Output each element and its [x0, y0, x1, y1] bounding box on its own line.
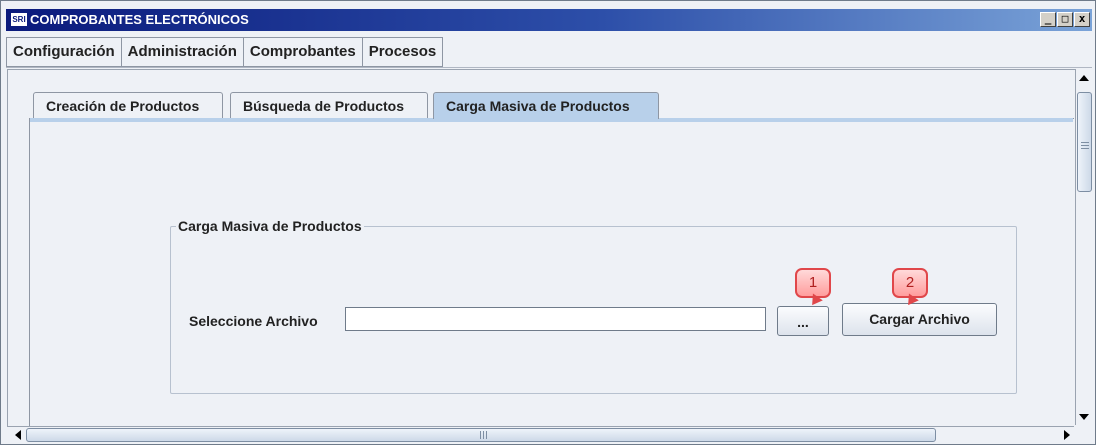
sri-logo-icon: SRI — [11, 13, 27, 26]
title-bar[interactable]: SRI COMPROBANTES ELECTRÓNICOS _ □ x — [6, 9, 1092, 31]
vertical-thumb-grip-icon — [1081, 142, 1089, 143]
scroll-down-arrow-icon[interactable] — [1079, 414, 1089, 420]
file-path-input[interactable] — [345, 307, 766, 331]
menu-bar: Configuración Administración Comprobante… — [6, 37, 444, 67]
minimize-button[interactable]: _ — [1040, 12, 1056, 27]
load-file-button[interactable]: Cargar Archivo — [842, 303, 997, 336]
scrollbar-corner — [1075, 426, 1093, 443]
tab-carga-masiva-productos[interactable]: Carga Masiva de Productos — [433, 92, 659, 119]
window-controls: _ □ x — [1039, 12, 1090, 27]
tab-creacion-productos[interactable]: Creación de Productos — [33, 92, 223, 118]
scroll-right-arrow-icon[interactable] — [1064, 430, 1070, 440]
horizontal-thumb-grip-icon — [480, 431, 481, 439]
menu-divider — [6, 67, 1092, 68]
menu-configuracion[interactable]: Configuración — [6, 37, 121, 67]
maximize-button[interactable]: □ — [1057, 12, 1073, 27]
file-label: Seleccione Archivo — [189, 313, 318, 329]
menu-administracion[interactable]: Administración — [120, 37, 243, 67]
group-title: Carga Masiva de Productos — [176, 218, 364, 234]
browse-button[interactable]: ... — [777, 306, 829, 336]
horizontal-scroll-thumb[interactable] — [26, 428, 936, 442]
window-title: COMPROBANTES ELECTRÓNICOS — [30, 12, 249, 27]
menu-procesos[interactable]: Procesos — [361, 37, 444, 67]
menu-comprobantes[interactable]: Comprobantes — [242, 37, 362, 67]
close-button[interactable]: x — [1074, 12, 1090, 27]
tab-busqueda-productos[interactable]: Búsqueda de Productos — [230, 92, 428, 118]
scroll-up-arrow-icon[interactable] — [1079, 75, 1089, 81]
scroll-left-arrow-icon[interactable] — [15, 430, 21, 440]
